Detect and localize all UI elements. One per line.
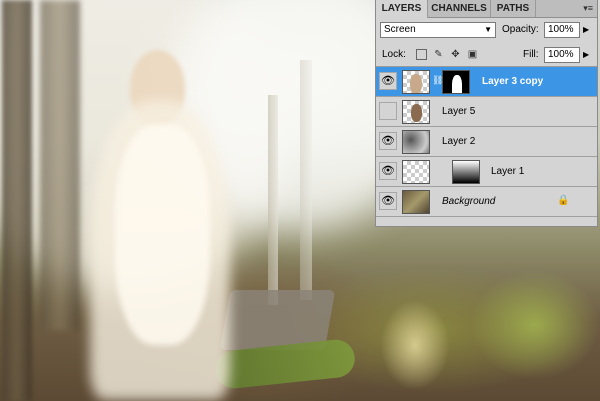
lock-row: Lock: ✎ ✥ ▣ Fill: 100% ▶ [376,44,597,67]
opacity-value: 100% [548,24,574,35]
layer-row-layer-2[interactable]: 👁 Layer 2 [376,127,597,157]
eye-icon[interactable]: 👁 [379,162,397,180]
layer-mask-thumbnail[interactable] [442,70,470,94]
layer-thumbnail [402,100,430,124]
layer-row-layer-1[interactable]: 👁 Layer 1 [376,157,597,187]
lock-image-icon[interactable]: ✎ [433,49,444,60]
layers-list: 👁 ⛓ Layer 3 copy Layer 5 👁 Layer 2 👁 Lay… [376,67,597,225]
layer-name: Layer 3 copy [482,76,544,87]
layers-panel: LAYERS CHANNELS PATHS ▾≡ Screen ▼ Opacit… [375,0,598,227]
layer-row-layer-3-copy[interactable]: 👁 ⛓ Layer 3 copy [376,67,597,97]
tab-channels[interactable]: CHANNELS [428,0,491,17]
lock-label: Lock: [382,49,406,60]
fill-field[interactable]: 100% [544,47,580,63]
ghost-figure [60,40,250,401]
opacity-field[interactable]: 100% [544,22,580,38]
blend-mode-value: Screen [384,24,416,35]
lock-icon: 🔒 [557,195,570,206]
eye-icon[interactable]: 👁 [379,132,397,150]
tree-trunk [300,60,312,300]
eye-icon[interactable]: 👁 [379,192,397,210]
panel-tabs: LAYERS CHANNELS PATHS ▾≡ [376,0,597,18]
fill-label: Fill: [523,49,539,60]
lock-all-icon[interactable]: ▣ [467,49,478,60]
lock-position-icon[interactable]: ✥ [450,49,461,60]
tree-trunk [268,95,278,305]
tab-paths[interactable]: PATHS [491,0,536,17]
blend-options-row: Screen ▼ Opacity: 100% ▶ [376,18,597,44]
blend-mode-select[interactable]: Screen ▼ [380,22,496,38]
layer-row-layer-5[interactable]: Layer 5 [376,97,597,127]
fill-slider-arrow-icon[interactable]: ▶ [583,50,589,59]
visibility-toggle-empty[interactable] [379,102,397,120]
layer-thumbnail [402,70,430,94]
ferns-foliage [470,270,600,380]
lock-transparency-icon[interactable] [416,49,427,60]
opacity-label: Opacity: [502,24,539,35]
layer-name: Layer 5 [442,106,476,117]
tree-trunk [2,0,32,401]
layer-row-background[interactable]: 👁 Background 🔒 [376,187,597,217]
tab-layers[interactable]: LAYERS [376,0,428,18]
opacity-slider-arrow-icon[interactable]: ▶ [583,25,589,34]
fill-value: 100% [548,49,574,60]
layer-thumbnail [402,160,430,184]
eye-icon[interactable]: 👁 [379,72,397,90]
layer-thumbnail [402,190,430,214]
layer-thumbnail [402,130,430,154]
panel-menu-icon[interactable]: ▾≡ [583,3,593,14]
chevron-down-icon: ▼ [484,25,492,34]
layer-name: Background [442,196,496,207]
layer-name: Layer 1 [491,166,525,177]
layer-mask-thumbnail[interactable] [452,160,480,184]
layer-name: Layer 2 [442,136,476,147]
fern [380,300,450,390]
